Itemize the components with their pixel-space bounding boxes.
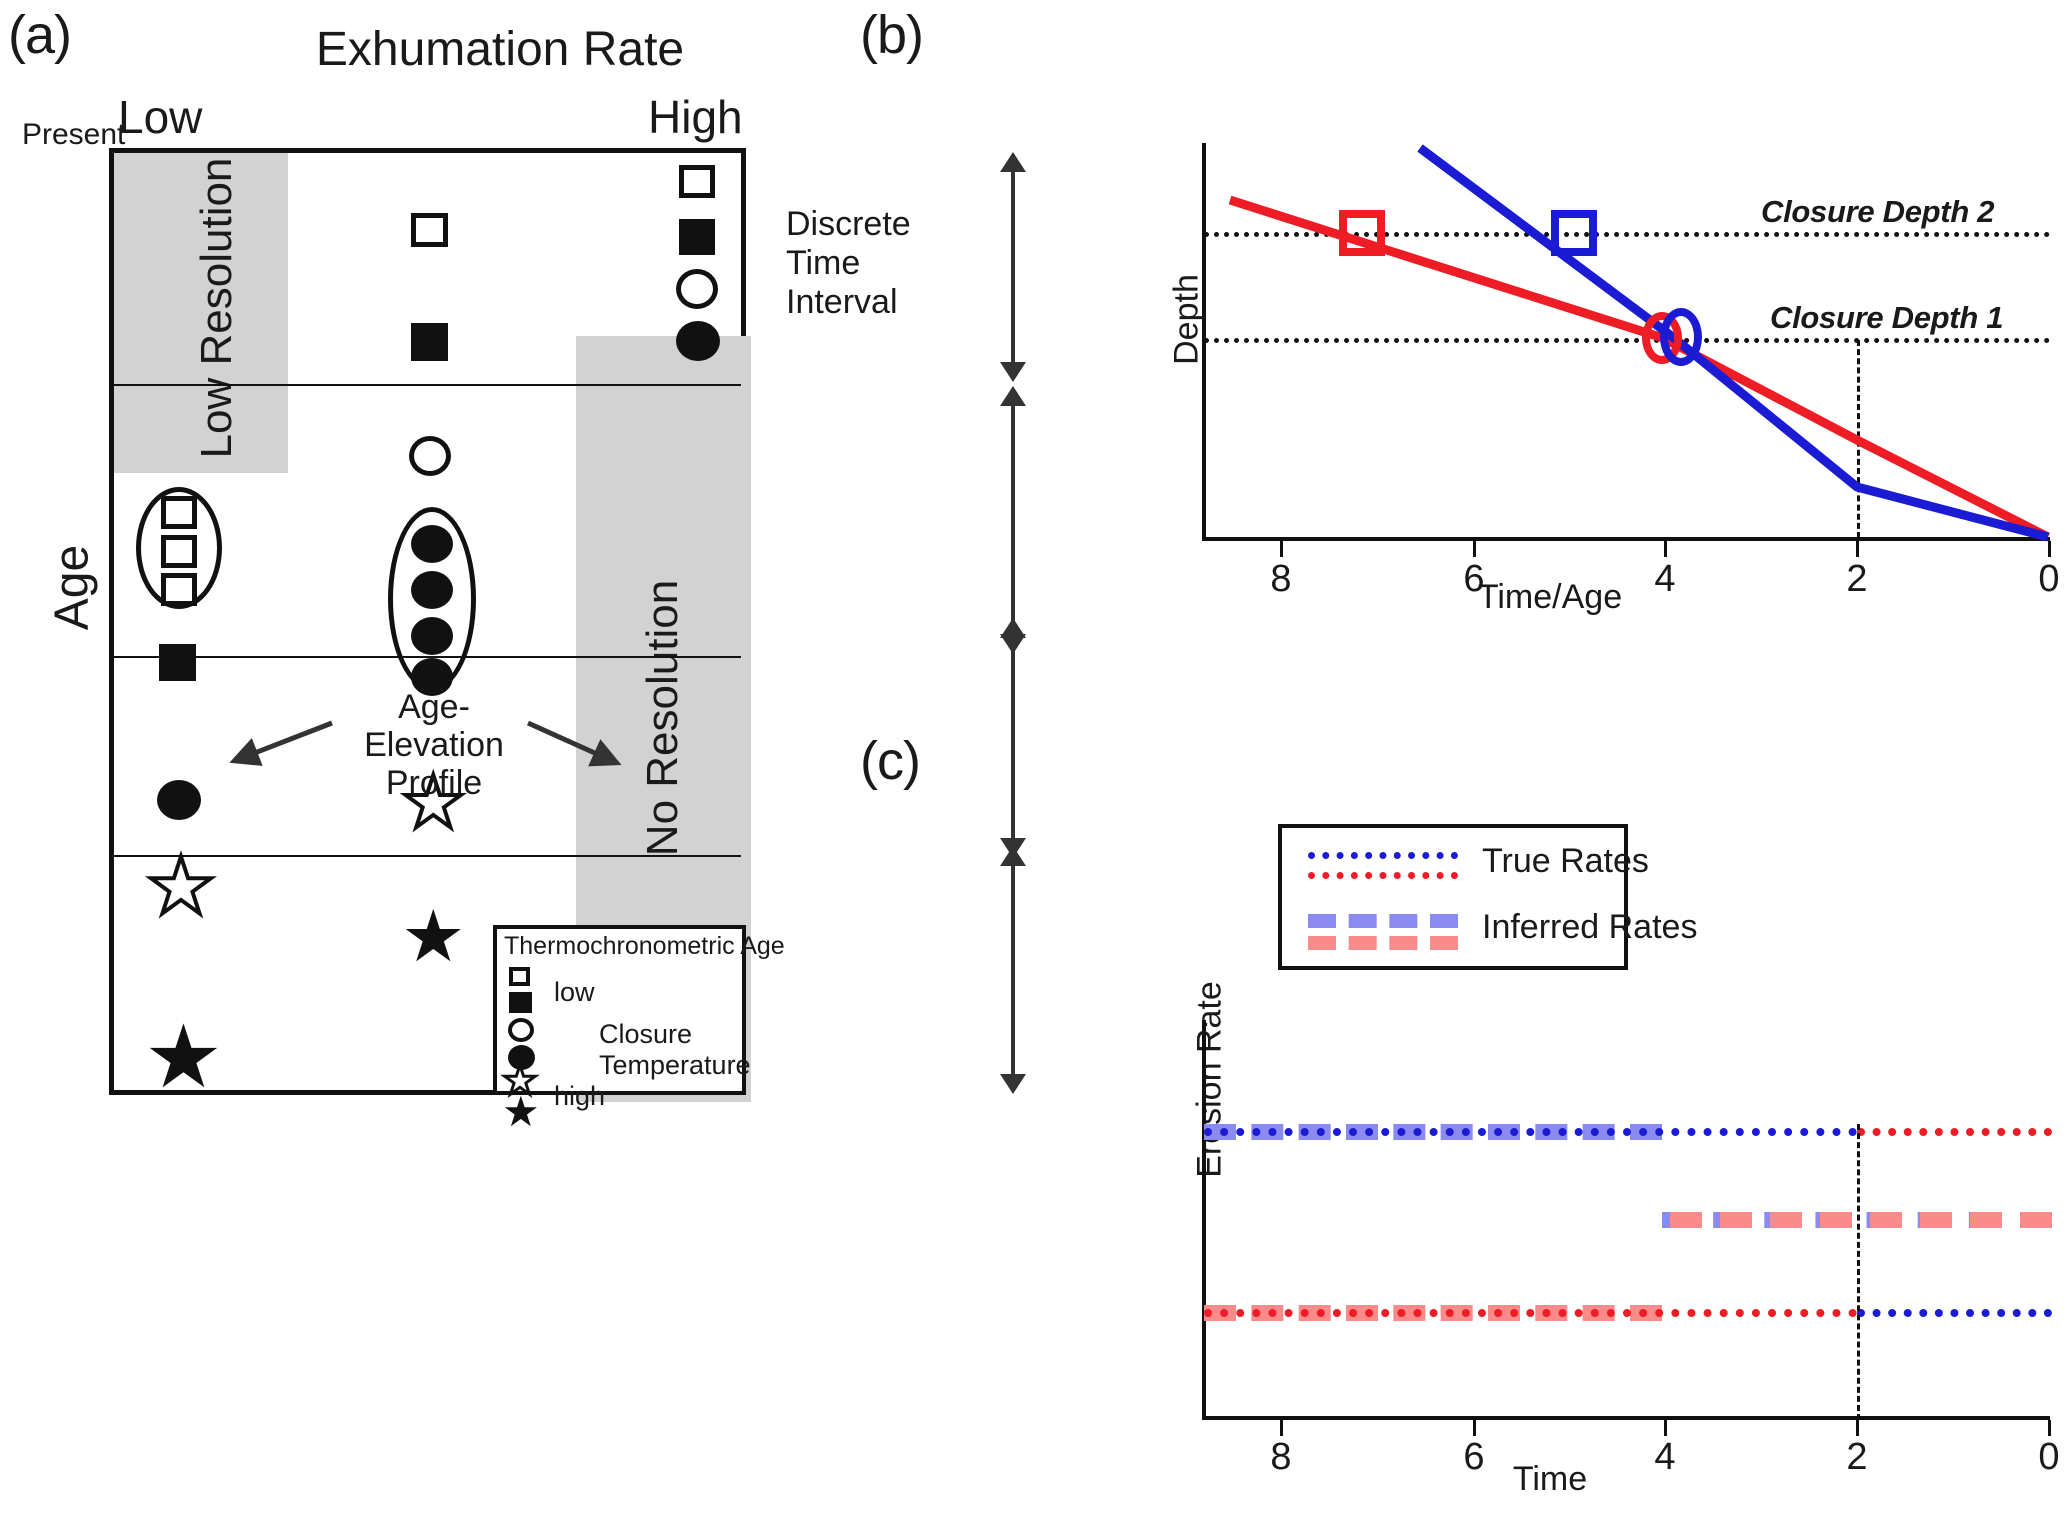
interval-divider-1 bbox=[114, 384, 741, 386]
panel-b-blue-square-marker bbox=[1551, 210, 1597, 256]
symbol-open-circle bbox=[409, 436, 451, 476]
symbol-filled-circle bbox=[411, 617, 453, 655]
panel-c-tick-8 bbox=[1280, 1420, 1283, 1436]
panel-c: (c) Erosion Rate Time True Rates Inferre… bbox=[860, 700, 2067, 1526]
panel-b-red-square-marker bbox=[1339, 210, 1385, 256]
panel-a-tag: (a) bbox=[8, 5, 72, 65]
symbol-open-square bbox=[161, 496, 197, 529]
legend-closure-line-2: Temperature bbox=[599, 1050, 751, 1080]
panel-c-xlabel: Time bbox=[1512, 1460, 1588, 1498]
axis-label-present: Present bbox=[22, 118, 126, 151]
panel-c-marker-line-t2 bbox=[1857, 1124, 1860, 1420]
panel-c-tick-4 bbox=[1664, 1420, 1667, 1436]
symbol-filled-circle bbox=[157, 780, 201, 820]
legend-true-rates-label: True Rates bbox=[1482, 842, 1649, 880]
panel-c-tick-2 bbox=[1856, 1420, 1859, 1436]
legend-filled-star-icon: ★ bbox=[502, 1088, 540, 1135]
symbol-filled-square bbox=[159, 644, 196, 681]
legend-open-square-icon bbox=[509, 967, 530, 986]
panel-c-yaxis bbox=[1202, 1020, 1206, 1420]
true-rate-red-upper bbox=[1857, 1128, 2052, 1136]
true-rate-red-lower bbox=[1204, 1309, 1857, 1317]
legend-filled-square-icon bbox=[509, 992, 532, 1013]
dti-line-2: Time bbox=[786, 244, 861, 283]
panel-c-ticklabel-4: 4 bbox=[1654, 1436, 1676, 1478]
panel-c-ylabel: Erosion Rate bbox=[1190, 981, 1229, 1178]
symbol-filled-circle bbox=[411, 525, 453, 563]
inferred-rate-red-middle bbox=[1670, 1212, 2052, 1228]
symbol-open-square bbox=[411, 213, 448, 247]
time-interval-arrow-2 bbox=[1000, 386, 1026, 654]
legend-high-label: high bbox=[554, 1081, 606, 1111]
symbol-filled-circle bbox=[411, 571, 453, 609]
panel-c-ticklabel-0: 0 bbox=[2038, 1436, 2060, 1478]
panel-b-curves bbox=[1228, 144, 2051, 542]
time-interval-arrow-4 bbox=[1000, 846, 1026, 1094]
no-resolution-label: No Resolution bbox=[638, 579, 687, 857]
panel-b-blue-line bbox=[1417, 144, 2050, 542]
axis-label-age: Age bbox=[45, 544, 99, 631]
symbol-filled-square bbox=[411, 323, 448, 361]
legend-inferred-rates-blue-swatch bbox=[1308, 914, 1458, 928]
legend-low-label: low bbox=[554, 977, 595, 1007]
symbol-filled-star: ★ bbox=[401, 897, 466, 977]
time-interval-arrow-3 bbox=[1000, 618, 1026, 858]
panel-c-tick-0 bbox=[2048, 1420, 2051, 1436]
panel-c-tick-6 bbox=[1473, 1420, 1476, 1436]
panel-a-legend: Thermochronometric Age ★ ★ low high Clos… bbox=[493, 925, 785, 1133]
legend-open-circle-icon bbox=[508, 1018, 534, 1042]
panel-c-legend: True Rates Inferred Rates bbox=[1278, 824, 1697, 970]
symbol-filled-star: ★ bbox=[144, 1007, 223, 1106]
panel-b: (b) Depth Time/Age 8 6 4 2 0 Closure Dep… bbox=[860, 0, 2067, 640]
panel-c-ticklabel-6: 6 bbox=[1463, 1436, 1485, 1478]
panel-c-tag: (c) bbox=[860, 731, 921, 791]
annotation-arrow-right bbox=[526, 720, 622, 767]
legend-true-rates-blue-swatch bbox=[1308, 852, 1458, 859]
dti-line-1: Discrete bbox=[786, 205, 911, 243]
panel-c-ticklabel-2: 2 bbox=[1846, 1436, 1868, 1478]
axis-label-low: Low bbox=[118, 91, 203, 143]
panel-b-tag: (b) bbox=[860, 5, 924, 65]
true-rate-blue-lower bbox=[1857, 1309, 2052, 1317]
panel-b-blue-circle-marker bbox=[1660, 308, 1702, 366]
symbol-open-circle bbox=[676, 269, 718, 309]
legend-inferred-rates-red-swatch bbox=[1308, 936, 1458, 950]
exhumation-matrix-box: Low Resolution No Resolution ★ ★ ★ ★ Age… bbox=[109, 148, 785, 1133]
legend-closure-line-1: Closure bbox=[599, 1019, 693, 1049]
panel-c-ticklabel-8: 8 bbox=[1270, 1436, 1292, 1478]
discrete-time-interval-label: Discrete Time Interval bbox=[786, 205, 946, 322]
symbol-open-star: ★ bbox=[144, 842, 218, 930]
symbol-open-square bbox=[161, 535, 197, 568]
panel-c-xaxis bbox=[1202, 1416, 2050, 1420]
legend-title: Thermochronometric Age bbox=[504, 932, 785, 960]
axis-label-high: High bbox=[648, 91, 743, 143]
true-rate-blue-upper bbox=[1204, 1128, 1857, 1136]
panel-a-title: Exhumation Rate bbox=[315, 23, 685, 76]
symbol-open-square bbox=[161, 573, 197, 606]
low-resolution-label: Low Resolution bbox=[192, 157, 241, 459]
legend-inferred-rates-label: Inferred Rates bbox=[1482, 908, 1698, 946]
dti-line-3: Interval bbox=[786, 283, 898, 322]
symbol-filled-square bbox=[679, 219, 715, 255]
legend-true-rates-red-swatch bbox=[1308, 872, 1458, 879]
symbol-filled-circle bbox=[676, 321, 720, 361]
symbol-open-square bbox=[679, 165, 715, 198]
time-interval-arrow-1 bbox=[1000, 152, 1026, 382]
